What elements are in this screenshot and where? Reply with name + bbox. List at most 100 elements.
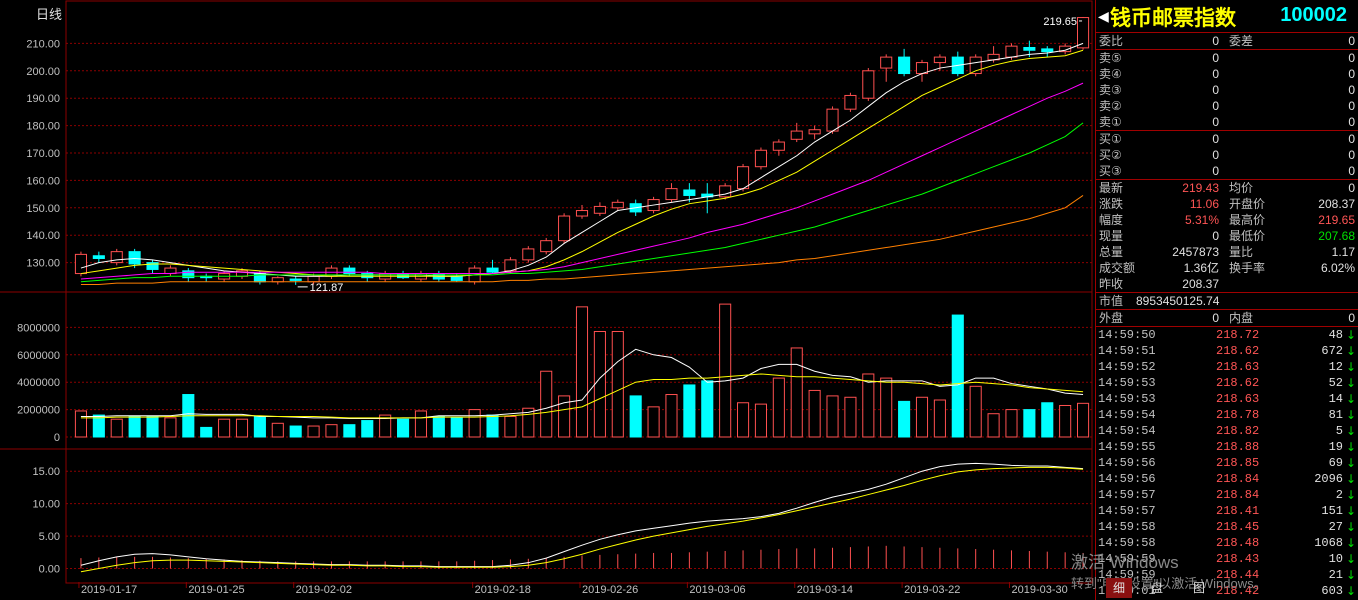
stat-value: 208.37 [1182,277,1219,291]
volume-bar [772,377,785,438]
order-row: 买① 0 0 [1096,131,1358,147]
outer-value: 0 [1212,311,1219,325]
down-arrow-icon: ↓ [1345,360,1356,374]
tick-volume: 81 [1328,408,1343,422]
volume-bar [1041,402,1054,438]
tick-volume: 27 [1328,520,1343,534]
down-arrow-icon: ↓ [1345,376,1356,390]
volume-bar [987,413,1000,438]
stat-value: 0 [1212,229,1219,243]
order-price: 0 [1212,83,1219,97]
tick-row: 14:59:50 218.72 48 ↓ [1096,327,1358,343]
order-label: 卖① [1099,115,1122,129]
volume-bar [1023,409,1036,438]
tick-row: 14:59:57 218.84 2 ↓ [1096,487,1358,503]
candle-body [289,278,302,281]
volume-axis-label: 8000000 [17,322,60,334]
tick-price: 218.62 [1216,376,1260,390]
candle-body [558,215,571,242]
date-axis-label: 2019-02-26 [582,584,638,596]
stat-value-2: 208.37 [1318,197,1355,211]
price-axis-label: 210.00 [26,38,60,50]
stat-label: 成交额 [1099,261,1136,275]
down-arrow-icon: ↓ [1345,488,1356,502]
ma-line [80,82,1084,280]
ma-line [80,42,1084,277]
down-arrow-icon: ↓ [1345,456,1356,470]
candle-body [397,273,410,279]
volume-bar [235,418,249,438]
down-arrow-icon: ↓ [1345,472,1356,486]
order-volume: 0 [1348,99,1355,113]
tab-order-book[interactable]: 盘 [1144,578,1170,598]
stat-value: 11.06 [1189,197,1219,211]
stat-label: 涨跌 [1099,197,1124,211]
market-value-row: 市值 8953450125.74 [1096,293,1358,310]
volume-bar [575,306,589,438]
stat-label: 幅度 [1099,213,1124,227]
stat-value: 219.43 [1182,181,1219,195]
candle-body [343,267,356,275]
tab-detail[interactable]: 细 [1106,578,1132,598]
tab-chart[interactable]: 图 [1186,578,1212,598]
order-price: 0 [1212,99,1219,113]
indicator-axis-label: 5.00 [39,531,60,543]
min-price-marker: 121.87 [310,282,344,294]
tick-volume: 52 [1328,376,1343,390]
tick-volume: 151 [1321,504,1343,518]
down-arrow-icon: ↓ [1345,392,1356,406]
tick-time: 14:59:56 [1098,472,1156,486]
volume-bar [164,417,177,438]
prev-arrow-icon[interactable]: ◀ [1098,8,1109,25]
candle-body [271,277,284,283]
volume-bar [790,347,803,438]
order-volume: 0 [1348,83,1355,97]
candle-body [1023,47,1036,51]
candle-body [772,141,785,151]
price-axis-label: 180.00 [26,121,60,133]
ma-line [80,122,1084,283]
volume-bar [361,420,374,438]
kline-chart-area[interactable]: 210.00 200.00 190.00 180.00 170.00 160.00 150.… [0,0,1094,600]
max-price-marker: 219.65 [1043,16,1077,28]
candle-body [683,189,696,196]
volume-bar [701,380,714,438]
tick-row: 14:59:58 218.45 27 ↓ [1096,519,1358,535]
tick-price: 218.43 [1216,552,1260,566]
date-axis-label: 2019-02-18 [475,584,531,596]
stat-value: 2457873 [1172,245,1219,259]
order-price: 0 [1212,132,1219,146]
stat-label-2: 最低价 [1229,229,1266,243]
index-header: ◀ 钱币邮票指数 100002 [1096,0,1358,33]
inner-label: 内盘 [1229,311,1254,325]
volume-bar [683,384,696,438]
price-axis-label: 140.00 [26,230,60,242]
price-axis-label: 170.00 [26,148,60,160]
volume-bar [719,303,732,438]
stat-value-2: 207.68 [1318,229,1355,243]
volume-bar [647,406,660,438]
tick-row: 14:59:55 218.88 19 ↓ [1096,439,1358,455]
volume-bar [486,414,499,438]
kline-chart[interactable]: 210.00 200.00 190.00 180.00 170.00 160.00 150.… [0,0,1094,600]
inner-value: 0 [1348,311,1355,325]
market-value: 8953450125.74 [1136,294,1220,308]
tick-price: 218.85 [1216,456,1260,470]
market-value-label: 市值 [1099,294,1124,308]
tick-time: 14:59:50 [1098,328,1156,342]
volume-bar [593,331,606,438]
tick-volume: 2096 [1314,472,1343,486]
order-row: 卖② 0 0 [1096,98,1358,114]
ma-line [80,49,1084,277]
volume-bar [933,399,946,438]
volume-bar [307,425,320,438]
stat-label: 昨收 [1099,277,1124,291]
volume-bar [253,415,266,438]
volume-bar [325,424,338,438]
indicator-line [80,462,1084,568]
price-axis-label: 160.00 [26,175,60,187]
date-axis-label: 2019-01-17 [81,584,137,596]
tick-row: 14:59:56 218.84 2096 ↓ [1096,471,1358,487]
candle-body [611,201,624,209]
candle-body [754,149,767,168]
